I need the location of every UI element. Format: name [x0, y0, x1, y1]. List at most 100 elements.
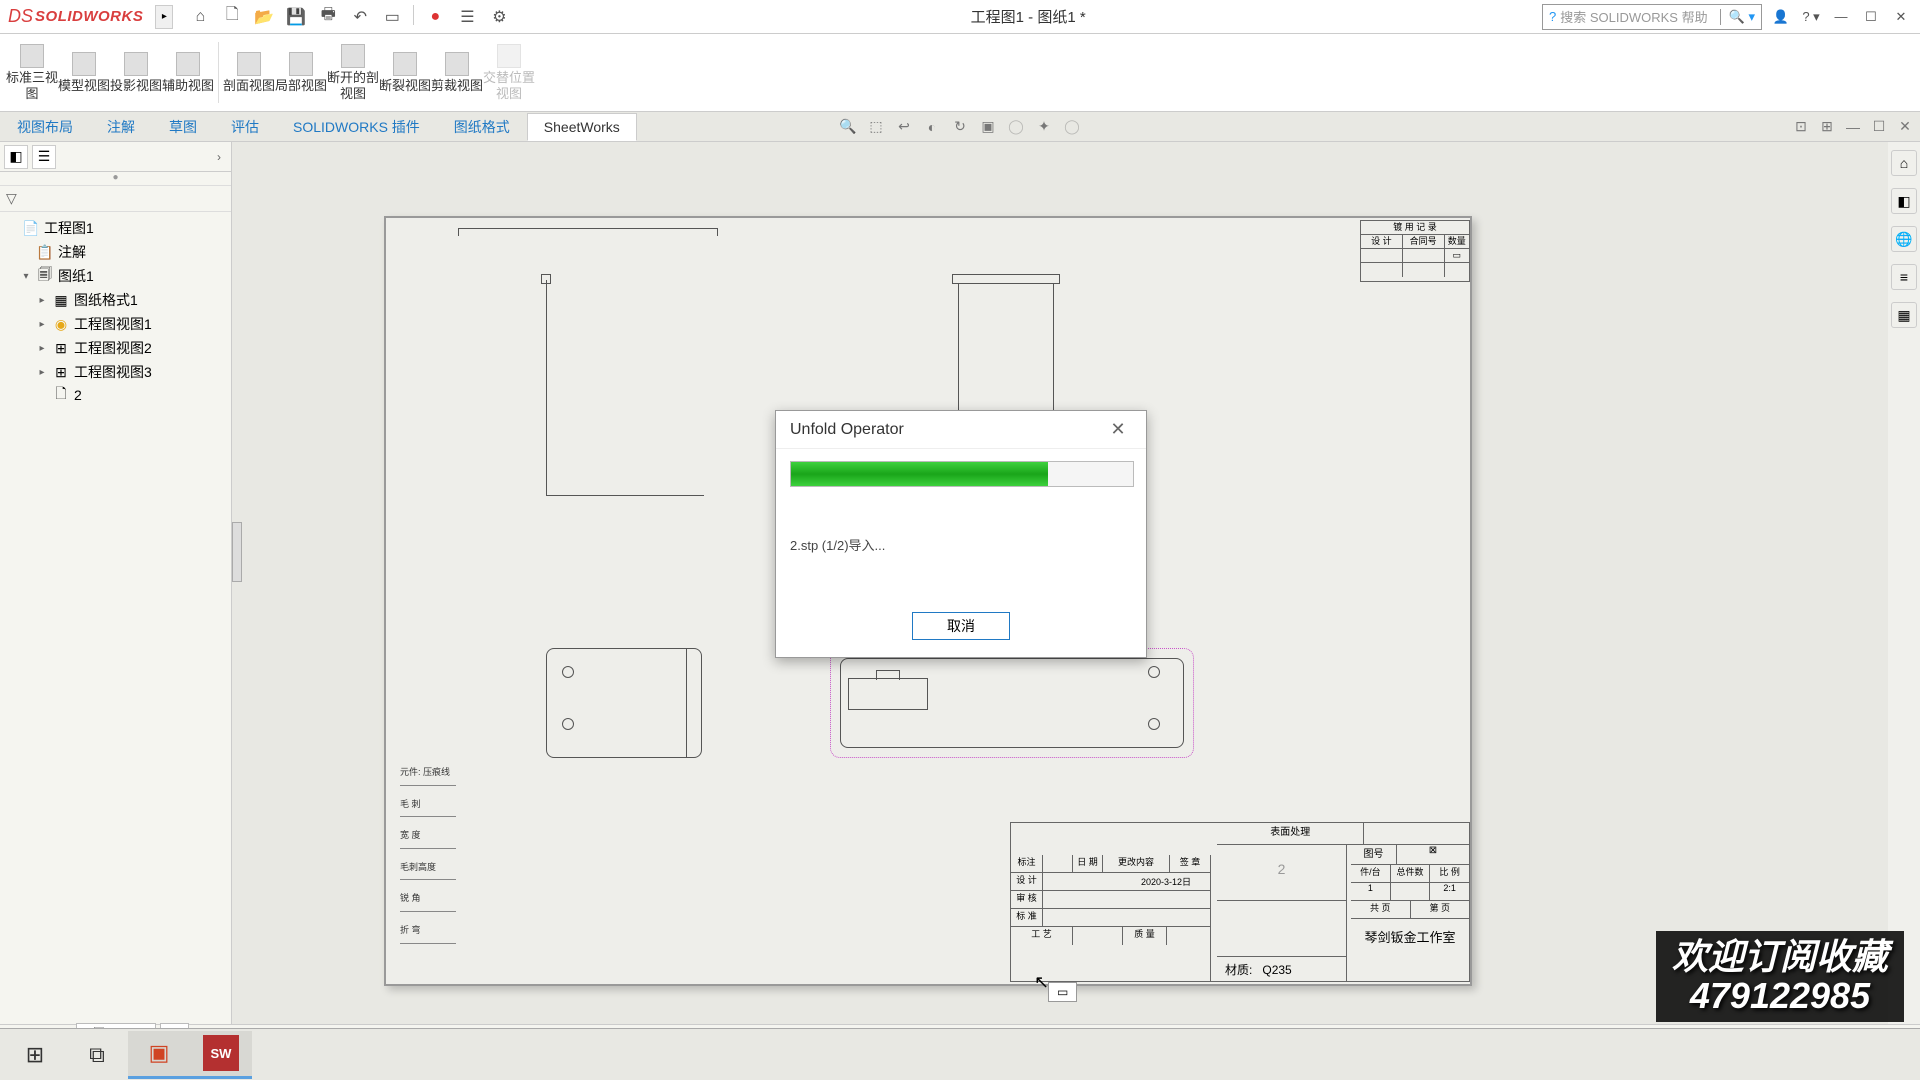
- ribbon-std-three-view[interactable]: 标准三视图: [6, 38, 58, 107]
- zoom-fit-icon[interactable]: 🔍: [837, 116, 859, 138]
- dialog-close-button[interactable]: ✕: [1104, 416, 1132, 444]
- select-icon[interactable]: ▭: [379, 5, 405, 29]
- panel-expand-arrow[interactable]: ›: [211, 150, 227, 164]
- mouse-cursor-icon: ↖: [1034, 972, 1049, 993]
- logo-ds-icon: DS: [8, 6, 33, 27]
- taskpane-web-icon[interactable]: 🌐: [1891, 226, 1917, 252]
- window-title: 工程图1 - 图纸1 *: [522, 6, 1534, 27]
- dialog-title-text: Unfold Operator: [790, 421, 904, 439]
- ribbon-break-view[interactable]: 断裂视图: [379, 38, 431, 107]
- tree-sheet[interactable]: ▾🗐图纸1: [2, 264, 229, 288]
- tab-addins[interactable]: SOLIDWORKS 插件: [276, 111, 437, 143]
- cursor-tooltip: ▭: [1048, 982, 1077, 1002]
- taskbar-powerpoint-icon[interactable]: ▣: [128, 1031, 190, 1079]
- tree-view-2[interactable]: ▸⊞工程图视图2: [2, 336, 229, 360]
- doc-expand-icon[interactable]: ⊞: [1816, 116, 1838, 138]
- titleblock-top: 镀 用 记 录 设 计合同号数量 ▭: [1360, 220, 1470, 282]
- feature-tree-tab[interactable]: ◧: [4, 145, 28, 169]
- ribbon-section-view[interactable]: 剖面视图: [223, 38, 275, 107]
- titleblock-bottom: 表面处理 标注 日 期 更改内容 签 章 设 计: [1010, 822, 1470, 982]
- tab-sketch[interactable]: 草图: [152, 111, 214, 143]
- ribbon-toolbar: 标准三视图 模型视图 投影视图 辅助视图 剖面视图 局部视图 断开的剖视图 断裂…: [0, 34, 1920, 112]
- feature-tree: 📄工程图1 📋注解 ▾🗐图纸1 ▸▦图纸格式1 ▸◉工程图视图1 ▸⊞工程图视图…: [0, 212, 231, 410]
- tab-annotation[interactable]: 注解: [90, 111, 152, 143]
- taskpane-resources-icon[interactable]: ◧: [1891, 188, 1917, 214]
- logo-text: SOLIDWORKS: [35, 8, 143, 25]
- doc-close-icon[interactable]: ✕: [1894, 116, 1916, 138]
- panel-splitter[interactable]: [232, 522, 242, 582]
- help-question-icon: ?: [1549, 9, 1556, 24]
- hide-show-icon[interactable]: ◯: [1005, 116, 1027, 138]
- open-icon[interactable]: 📂: [251, 5, 277, 29]
- apply-scene-icon[interactable]: ◯: [1061, 116, 1083, 138]
- tab-sheet-format[interactable]: 图纸格式: [437, 111, 527, 143]
- tree-annotations[interactable]: 📋注解: [2, 240, 229, 264]
- ribbon-crop-view[interactable]: 剪裁视图: [431, 38, 483, 107]
- quick-access-toolbar: ⌂ 🗋 📂 💾 🖶 ↶ ▭ ● ☰ ⚙: [177, 5, 522, 29]
- property-tab[interactable]: ☰: [32, 145, 56, 169]
- app-menu-arrow[interactable]: ▸: [155, 5, 173, 29]
- settings-icon[interactable]: ⚙: [486, 5, 512, 29]
- print-icon[interactable]: 🖶: [315, 5, 341, 29]
- ribbon-detail-view[interactable]: 局部视图: [275, 38, 327, 107]
- panel-tab-row: ◧ ☰ ›: [0, 142, 231, 172]
- taskbar-solidworks-icon[interactable]: SW: [190, 1031, 252, 1079]
- doc-maximize-icon[interactable]: ☐: [1868, 116, 1890, 138]
- ribbon-broken-section[interactable]: 断开的剖视图: [327, 38, 379, 107]
- tree-sheet-format[interactable]: ▸▦图纸格式1: [2, 288, 229, 312]
- taskpane-custom-icon[interactable]: ≡: [1891, 264, 1917, 290]
- progress-bar: [790, 461, 1134, 487]
- tab-evaluate[interactable]: 评估: [214, 111, 276, 143]
- doc-collapse-icon[interactable]: ⊡: [1790, 116, 1812, 138]
- heads-up-view-toolbar: 🔍 ⬚ ↩ ◐ ↻ ▣ ◯ ✦ ◯: [837, 116, 1083, 138]
- progress-fill: [791, 462, 1048, 486]
- search-placeholder: 搜索 SOLIDWORKS 帮助: [1560, 7, 1707, 26]
- prev-view-icon[interactable]: ↩: [893, 116, 915, 138]
- ribbon-aux-view[interactable]: 辅助视图: [162, 38, 214, 107]
- unfold-operator-dialog: Unfold Operator ✕ 2.stp (1/2)导入... 取消: [775, 410, 1147, 658]
- start-button[interactable]: ⊞: [4, 1031, 66, 1079]
- taskpane-home-icon[interactable]: ⌂: [1891, 150, 1917, 176]
- zoom-area-icon[interactable]: ⬚: [865, 116, 887, 138]
- notes-column: 元件: 压痕线 毛 刺 宽 度 毛刺高度 锐 角 折 弯: [400, 762, 456, 952]
- tree-root[interactable]: 📄工程图1: [2, 216, 229, 240]
- tab-view-layout[interactable]: 视图布局: [0, 111, 90, 143]
- home-icon[interactable]: ⌂: [187, 5, 213, 29]
- options-icon[interactable]: ☰: [454, 5, 480, 29]
- doc-minimize-icon[interactable]: —: [1842, 116, 1864, 138]
- close-button[interactable]: ✕: [1890, 6, 1912, 28]
- tree-view-1[interactable]: ▸◉工程图视图1: [2, 312, 229, 336]
- maximize-button[interactable]: ☐: [1860, 6, 1882, 28]
- help-search-input[interactable]: ? 搜索 SOLIDWORKS 帮助 🔍 ▾: [1542, 4, 1762, 30]
- dialog-status-text: 2.stp (1/2)导入...: [790, 535, 1132, 554]
- section-view-icon[interactable]: ◐: [921, 116, 943, 138]
- task-pane: ⌂ ◧ 🌐 ≡ ▦: [1888, 142, 1920, 1024]
- cancel-button[interactable]: 取消: [912, 612, 1010, 640]
- search-icon[interactable]: 🔍 ▾: [1720, 9, 1755, 25]
- help-dropdown-icon[interactable]: ? ▾: [1800, 6, 1822, 28]
- tree-view-3[interactable]: ▸⊞工程图视图3: [2, 360, 229, 384]
- titlebar: DS SOLIDWORKS ▸ ⌂ 🗋 📂 💾 🖶 ↶ ▭ ● ☰ ⚙ 工程图1…: [0, 0, 1920, 34]
- tree-item-2[interactable]: 🗋2: [2, 384, 229, 406]
- app-logo: DS SOLIDWORKS: [0, 6, 151, 27]
- new-icon[interactable]: 🗋: [219, 5, 245, 29]
- ribbon-model-view[interactable]: 模型视图: [58, 38, 110, 107]
- edit-appearance-icon[interactable]: ✦: [1033, 116, 1055, 138]
- ribbon-alt-position: 交替位置视图: [483, 38, 535, 107]
- rebuild-icon[interactable]: ●: [422, 5, 448, 29]
- ribbon-projected-view[interactable]: 投影视图: [110, 38, 162, 107]
- undo-icon[interactable]: ↶: [347, 5, 373, 29]
- user-icon[interactable]: 👤: [1770, 6, 1792, 28]
- windows-taskbar: ⊞ ⧉ ▣ SW: [0, 1028, 1920, 1080]
- taskpane-view-palette-icon[interactable]: ▦: [1891, 302, 1917, 328]
- minimize-button[interactable]: —: [1830, 6, 1852, 28]
- save-icon[interactable]: 💾: [283, 5, 309, 29]
- display-style-icon[interactable]: ▣: [977, 116, 999, 138]
- tab-sheetworks[interactable]: SheetWorks: [527, 113, 637, 141]
- filter-icon[interactable]: ▽: [6, 190, 17, 207]
- command-tabs: 视图布局 注解 草图 评估 SOLIDWORKS 插件 图纸格式 SheetWo…: [0, 112, 1920, 142]
- task-view-button[interactable]: ⧉: [66, 1031, 128, 1079]
- view-orient-icon[interactable]: ↻: [949, 116, 971, 138]
- video-watermark: 欢迎订阅收藏 479122985: [1656, 931, 1904, 1022]
- dialog-titlebar: Unfold Operator ✕: [776, 411, 1146, 449]
